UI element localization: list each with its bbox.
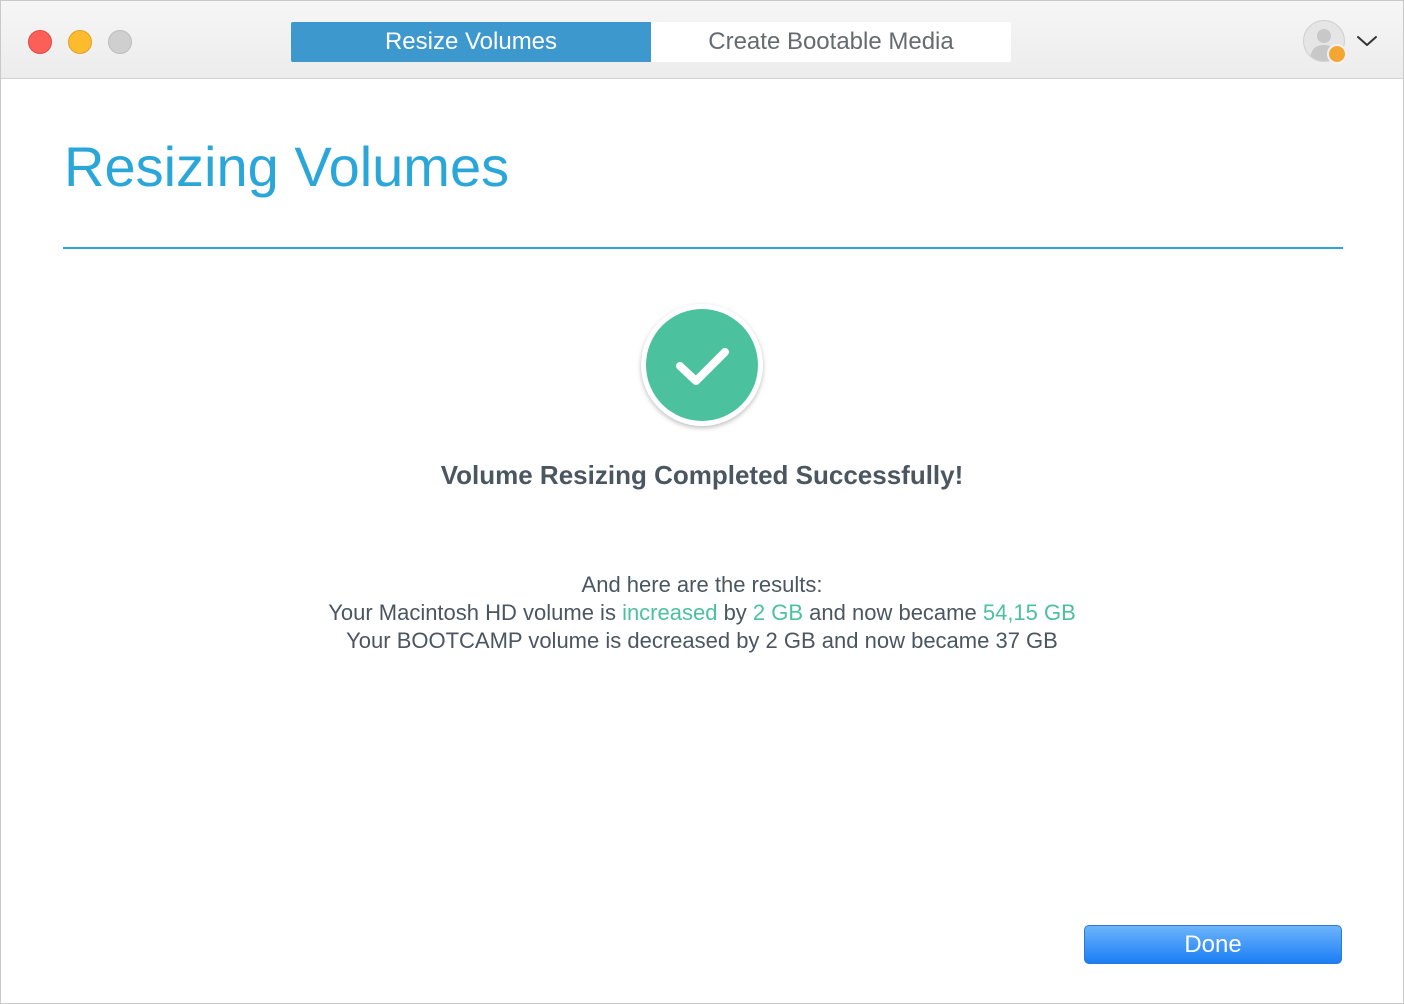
results-summary: And here are the results: Your Macintosh… — [1, 571, 1403, 655]
tab-create-bootable-media[interactable]: Create Bootable Media — [651, 22, 1011, 62]
result-final-size: 54,15 GB — [982, 600, 1076, 625]
results-intro: And here are the results: — [581, 572, 823, 597]
zoom-icon[interactable] — [108, 30, 132, 54]
checkmark-icon — [676, 348, 729, 385]
status-circle — [646, 309, 758, 421]
done-button[interactable]: Done — [1084, 925, 1342, 964]
bootcamp-result: Your BOOTCAMP volume is decreased by 2 G… — [346, 628, 1058, 653]
success-status — [641, 304, 763, 426]
tab-label: Resize Volumes — [384, 28, 558, 55]
close-icon[interactable] — [28, 30, 52, 54]
chevron-down-icon[interactable] — [1355, 31, 1379, 51]
notification-badge — [1327, 44, 1347, 64]
result-change-amount: 2 GB — [752, 600, 804, 625]
completion-headline: Volume Resizing Completed Successfully! — [440, 460, 964, 490]
tab-label: Create Bootable Media — [708, 28, 954, 55]
page-title: Resizing Volumes — [64, 135, 510, 198]
title-divider — [63, 247, 1343, 249]
tab-resize-volumes[interactable]: Resize Volumes — [291, 22, 651, 62]
minimize-icon[interactable] — [68, 30, 92, 54]
macintosh-hd-result: Your Macintosh HD volume is increased by… — [1, 599, 1403, 627]
tab-bar: Resize Volumes Create Bootable Media — [291, 22, 1011, 62]
done-button-label: Done — [1184, 930, 1242, 958]
result-change-verb: increased — [622, 600, 718, 625]
app-window: Resize Volumes Create Bootable Media Res… — [0, 0, 1404, 1004]
result-text: and now became — [803, 600, 983, 625]
result-text: Your Macintosh HD volume is — [328, 600, 623, 625]
result-text: by — [717, 600, 753, 625]
title-bar: Resize Volumes Create Bootable Media — [1, 1, 1403, 79]
